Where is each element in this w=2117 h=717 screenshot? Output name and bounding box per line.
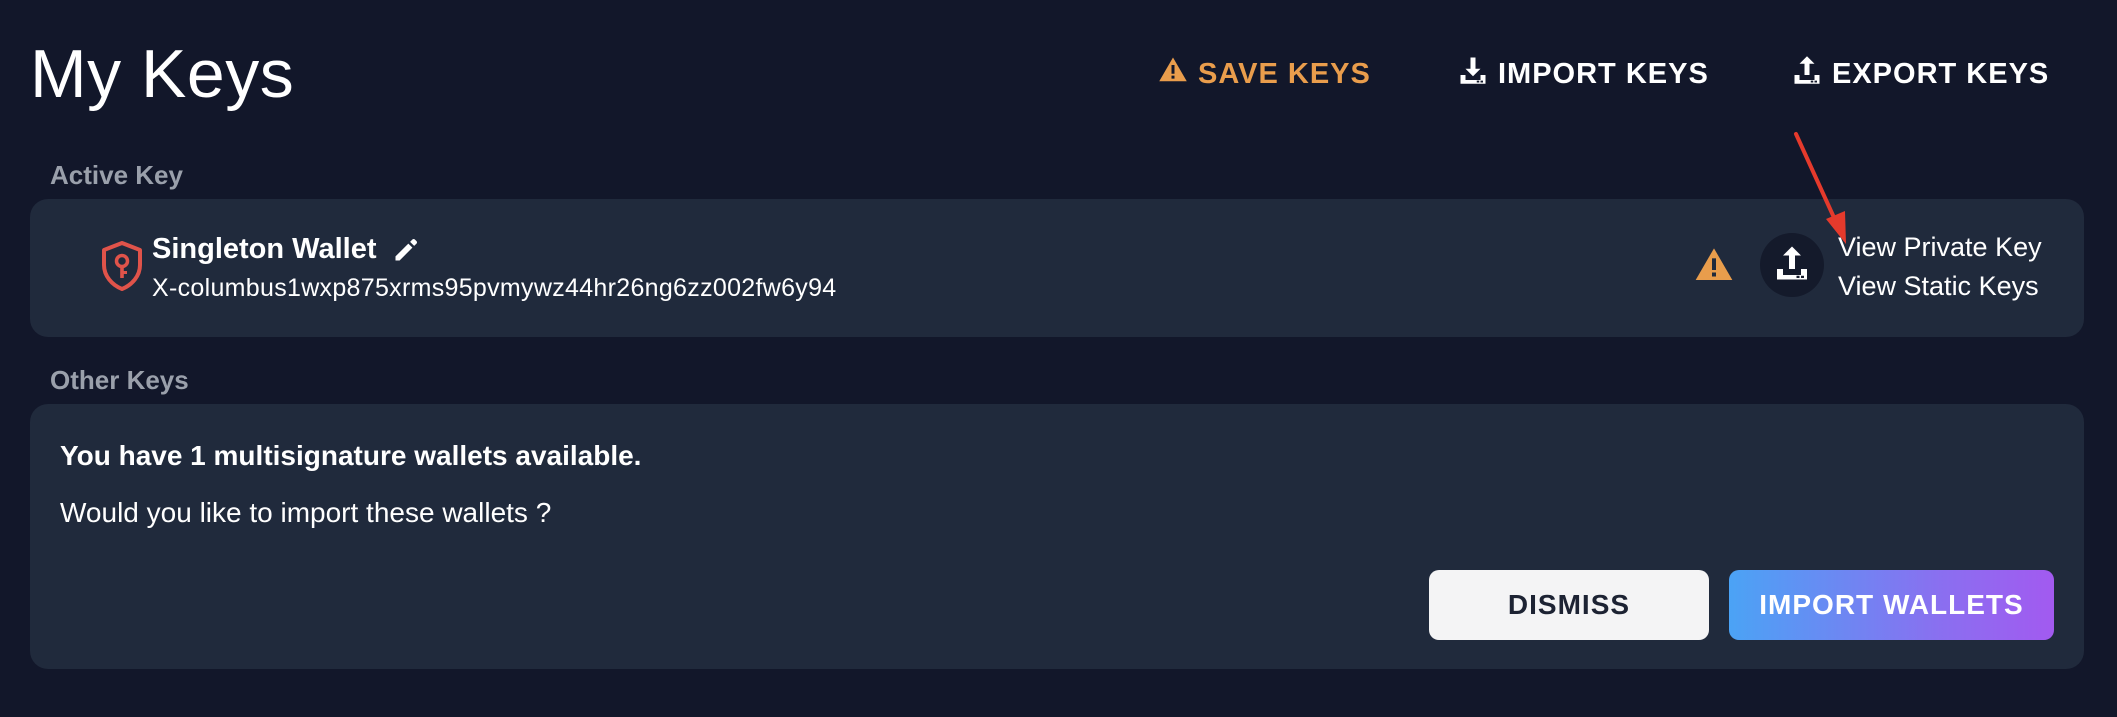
wallet-address: X-columbus1wxp875xrms95pvmywz44hr26ng6zz… [152, 274, 837, 302]
import-keys-button[interactable]: IMPORT KEYS [1458, 52, 1709, 96]
page-title: My Keys [30, 36, 295, 112]
save-keys-label: SAVE KEYS [1198, 57, 1371, 90]
multisig-message-question: Would you like to import these wallets ? [60, 497, 552, 528]
view-private-key-link[interactable]: View Private Key [1838, 232, 2042, 263]
export-key-button[interactable] [1760, 233, 1824, 297]
wallet-name-row: Singleton Wallet [152, 233, 420, 266]
dismiss-button[interactable]: DISMISS [1429, 570, 1709, 640]
upload-icon [1792, 55, 1822, 93]
view-static-keys-link[interactable]: View Static Keys [1838, 271, 2039, 302]
export-keys-label: EXPORT KEYS [1832, 57, 2050, 90]
upload-icon [1774, 245, 1810, 286]
wallet-name: Singleton Wallet [152, 233, 377, 265]
import-keys-label: IMPORT KEYS [1498, 57, 1709, 90]
other-keys-section-label: Other Keys [50, 365, 189, 395]
export-keys-button[interactable]: EXPORT KEYS [1792, 52, 2049, 96]
active-key-card: Singleton Wallet X-columbus1wxp875xrms95… [30, 199, 2084, 337]
download-icon [1458, 55, 1488, 93]
import-wallets-button[interactable]: IMPORT WALLETS [1729, 570, 2054, 640]
save-keys-button[interactable]: SAVE KEYS [1158, 52, 1371, 96]
pencil-icon[interactable] [392, 236, 420, 264]
warning-icon [1694, 245, 1734, 285]
warning-icon [1158, 55, 1188, 93]
multisig-wallets-card: You have 1 multisignature wallets availa… [30, 404, 2084, 669]
multisig-message-title: You have 1 multisignature wallets availa… [60, 440, 642, 471]
active-key-section-label: Active Key [50, 160, 183, 190]
